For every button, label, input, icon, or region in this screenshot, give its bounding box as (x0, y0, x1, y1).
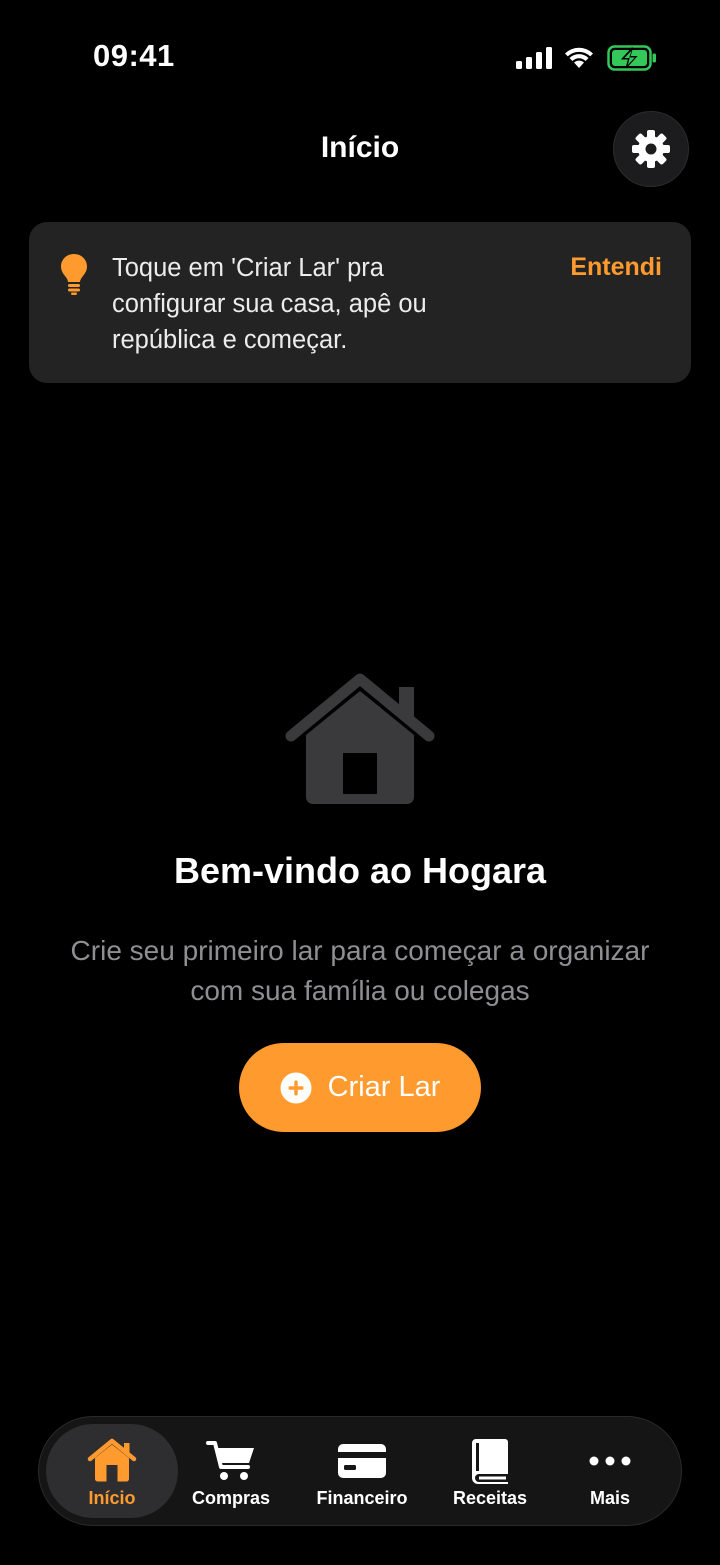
status-time: 09:41 (93, 38, 175, 73)
tip-card: Toque em 'Criar Lar' pra configurar sua … (29, 222, 691, 383)
lightbulb-icon (61, 254, 87, 295)
ellipsis-icon (589, 1456, 631, 1466)
settings-button[interactable] (613, 111, 689, 187)
status-bar: 09:41 (0, 0, 720, 110)
tab-inicio[interactable]: Início (46, 1424, 178, 1518)
page-title: Início (320, 131, 400, 164)
tab-label: Início (88, 1488, 136, 1508)
create-home-button[interactable]: Criar Lar (239, 1043, 481, 1132)
tab-label: Receitas (452, 1488, 528, 1508)
welcome-title: Bem-vindo ao Hogara (173, 850, 547, 891)
house-icon (285, 673, 435, 804)
dismiss-tip-button[interactable]: Entendi (570, 253, 662, 282)
tab-label: Mais (589, 1488, 631, 1508)
create-home-label: Criar Lar (327, 1071, 441, 1103)
tip-text: Toque em 'Criar Lar' pra configurar sua … (112, 254, 427, 354)
tab-label: Financeiro (316, 1488, 408, 1508)
cart-icon (206, 1441, 254, 1480)
house-icon (87, 1438, 137, 1482)
gear-icon (632, 130, 670, 168)
battery-charging-icon (607, 45, 656, 71)
book-icon (472, 1439, 508, 1484)
signal-icon (516, 47, 552, 69)
welcome-subtitle: Crie seu primeiro lar para começar a org… (70, 935, 650, 1006)
plus-circle-icon (280, 1072, 312, 1103)
tab-mais[interactable]: Mais (554, 1417, 666, 1524)
tab-label: Compras (191, 1488, 271, 1508)
wifi-icon (565, 47, 593, 68)
tab-receitas[interactable]: Receitas (434, 1417, 546, 1524)
tab-financeiro[interactable]: Financeiro (299, 1417, 425, 1524)
credit-card-icon (338, 1444, 386, 1478)
tab-bar: Início Compras Financeiro Receitas Mais (38, 1416, 682, 1526)
tab-compras[interactable]: Compras (171, 1417, 291, 1524)
